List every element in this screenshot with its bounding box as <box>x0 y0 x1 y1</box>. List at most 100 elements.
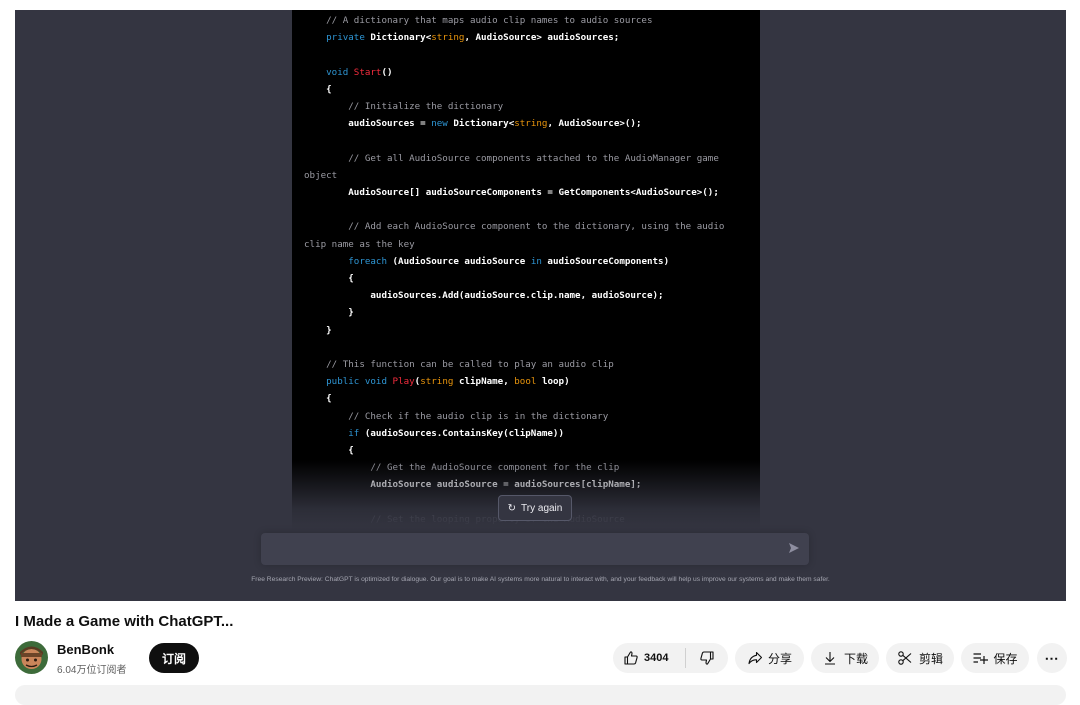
code-token: // A dictionary that maps audio clip nam… <box>304 15 653 26</box>
share-icon <box>748 651 763 665</box>
send-icon[interactable] <box>788 542 800 554</box>
refresh-icon: ↻ <box>507 502 517 514</box>
code-line: // Check if the audio clip is in the dic… <box>304 408 724 425</box>
clip-label: 剪辑 <box>918 651 943 666</box>
like-button[interactable]: 3404 <box>613 643 685 673</box>
thumbs-down-icon <box>700 651 714 665</box>
code-line: // This function can be called to play a… <box>304 356 724 373</box>
share-label: 分享 <box>767 651 792 666</box>
code-token: (audioSources.ContainsKey(clipName)) <box>364 427 564 439</box>
code-line: if (audioSources.ContainsKey(clipName)) <box>304 425 724 442</box>
code-token: // This function can be called to play a… <box>304 359 614 371</box>
like-dislike-group: 3404 <box>613 643 728 673</box>
code-token: // Get all AudioSource components attach… <box>304 152 719 164</box>
thumbs-up-icon <box>624 651 638 665</box>
code-token: foreach <box>304 255 393 267</box>
download-label: 下载 <box>843 651 868 666</box>
channel-name[interactable]: BenBonk <box>57 642 114 657</box>
code-token: Start <box>353 66 382 78</box>
code-token: } <box>304 324 332 336</box>
code-line: // A dictionary that maps audio clip nam… <box>304 12 724 29</box>
code-text: // A dictionary that maps audio clip nam… <box>304 12 724 528</box>
code-line: audioSources = new Dictionary<string, Au… <box>304 115 724 132</box>
code-token: string <box>431 32 465 44</box>
code-token: AudioSource[] audioSourceComponents = Ge… <box>304 187 719 199</box>
code-line: object <box>304 167 724 184</box>
code-token: private <box>304 32 371 44</box>
subscribe-button[interactable]: 订阅 <box>149 643 199 673</box>
code-line: } <box>304 304 724 321</box>
code-token: public void <box>304 376 393 388</box>
code-token: audioSourceComponents) <box>547 255 670 267</box>
code-token: () <box>381 66 393 78</box>
code-token: string <box>514 118 548 130</box>
code-token: { <box>304 83 332 95</box>
code-line: { <box>304 442 724 459</box>
code-line: audioSources.Add(audioSource.clip.name, … <box>304 287 724 304</box>
code-token: Dictionary< <box>370 32 432 44</box>
code-line: void Start() <box>304 64 724 81</box>
download-button[interactable]: 下载 <box>811 643 879 673</box>
code-token: } <box>304 307 354 319</box>
code-token: object <box>304 169 338 181</box>
code-token: (AudioSource audioSource <box>392 255 531 267</box>
code-token: { <box>304 445 354 457</box>
description-box[interactable] <box>15 685 1066 705</box>
code-line: } <box>304 322 724 339</box>
code-line: private Dictionary<string, AudioSource> … <box>304 29 724 46</box>
code-token: bool <box>514 376 542 388</box>
code-token: void <box>304 66 354 78</box>
code-token: , AudioSource>(); <box>547 118 642 130</box>
code-token: if <box>304 427 365 439</box>
clip-button[interactable]: 剪辑 <box>886 643 954 673</box>
code-token: clipName, <box>458 376 515 388</box>
code-line: { <box>304 390 724 407</box>
code-token: { <box>304 273 354 285</box>
code-line: foreach (AudioSource audioSource in audi… <box>304 253 724 270</box>
code-line: // Get all AudioSource components attach… <box>304 150 724 167</box>
code-token: loop) <box>541 376 570 388</box>
code-token: in <box>530 255 548 267</box>
playlist-add-icon <box>973 653 989 664</box>
code-token: { <box>304 393 332 405</box>
avatar-image <box>15 641 48 674</box>
code-token: Play <box>392 376 415 388</box>
save-button[interactable]: 保存 <box>961 643 1029 673</box>
scissors-icon <box>898 651 912 665</box>
code-line: // Add each AudioSource component to the… <box>304 218 724 235</box>
channel-avatar[interactable] <box>15 641 48 674</box>
download-icon <box>824 652 835 665</box>
code-token: // Add each AudioSource component to the… <box>304 221 725 233</box>
share-button[interactable]: 分享 <box>735 643 804 673</box>
code-block: // A dictionary that maps audio clip nam… <box>292 10 760 530</box>
save-label: 保存 <box>993 651 1018 666</box>
more-actions-button[interactable]: ⋯ <box>1037 643 1067 673</box>
like-count: 3404 <box>644 652 669 664</box>
code-token: , AudioSource> audioSources; <box>464 32 620 44</box>
code-token: string <box>420 376 459 388</box>
try-again-button[interactable]: ↻ Try again <box>498 495 572 521</box>
chat-input[interactable] <box>261 533 809 565</box>
code-token: // Check if the audio clip is in the dic… <box>304 410 609 422</box>
code-line: public void Play(string clipName, bool l… <box>304 373 724 390</box>
dislike-button[interactable] <box>686 643 728 673</box>
code-token: new <box>431 118 454 130</box>
code-line: // Initialize the dictionary <box>304 98 724 115</box>
code-token: // Initialize the dictionary <box>304 101 504 113</box>
code-line: { <box>304 270 724 287</box>
code-line: AudioSource[] audioSourceComponents = Ge… <box>304 184 724 201</box>
disclaimer-text: Free Research Preview: ChatGPT is optimi… <box>251 576 830 583</box>
code-token: Dictionary< <box>453 118 515 130</box>
code-token: clip name as the key <box>304 238 415 250</box>
subscriber-count: 6.04万位订阅者 <box>57 665 127 676</box>
video-player[interactable]: // A dictionary that maps audio clip nam… <box>15 10 1066 601</box>
code-line: clip name as the key <box>304 236 724 253</box>
code-line: { <box>304 81 724 98</box>
try-again-label: Try again <box>521 502 563 514</box>
code-token: audioSources.Add(audioSource.clip.name, … <box>304 290 664 302</box>
code-token: audioSources = <box>304 118 432 130</box>
